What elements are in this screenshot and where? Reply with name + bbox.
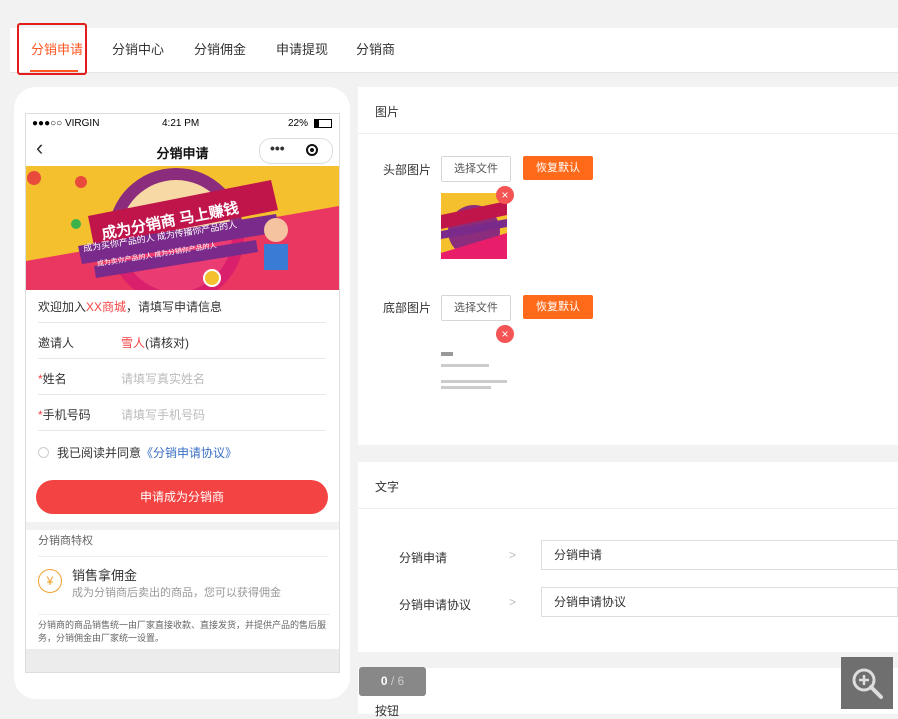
more-icon[interactable]: ••• [270,140,285,156]
tab-bar: 分销申请 分销中心 分销佣金 申请提现 分销商 [10,28,898,73]
welcome-text: 欢迎加入XX商城，请填写申请信息 [38,298,222,315]
screen-footer [26,649,339,672]
agree-text: 我已阅读并同意 [57,446,142,460]
zoom-in-button[interactable] [841,657,893,709]
footer-image-label: 底部图片 [383,301,432,315]
status-bar: ●●●○○ VIRGIN 4:21 PM 22% [26,114,339,134]
thumb-line [441,352,453,356]
apply-text-input[interactable]: 分销申请 [541,540,898,570]
battery-icon [314,119,332,128]
privilege-note: 分销商的商品销售统一由厂家直接收款、直接发货，并提供产品的售后服务，分销佣金由厂… [38,614,330,645]
panel-divider [358,508,898,509]
thumb-line [441,380,507,383]
tab-distribution-commission[interactable]: 分销佣金 [194,28,246,72]
tab-apply-withdraw[interactable]: 申请提现 [276,28,328,72]
agree-checkbox[interactable] [38,447,49,458]
divider [38,430,326,431]
name-row[interactable]: *姓名 请填写真实姓名 [38,358,326,395]
yen-icon: ¥ [38,569,62,593]
button-panel [358,668,898,714]
image-pager: 0 / 6 [359,667,426,696]
image-panel-title: 图片 [375,105,400,119]
text-panel-title: 文字 [375,480,400,494]
header-image-thumbnail [441,193,507,259]
pager-current: 0 [380,674,388,688]
privilege-item-title: 销售拿佣金 [72,568,138,583]
close-target-icon[interactable] [306,144,318,156]
inviter-name: 雪人 [121,336,146,350]
agreement-text-input[interactable]: 分销申请协议 [541,587,898,617]
agreement-link[interactable]: 《分销申请协议》 [141,446,237,460]
header-thumb-art [441,201,507,259]
chevron-right-icon: > [509,595,517,609]
status-time: 4:21 PM [162,118,200,129]
header-image-delete-icon[interactable]: × [496,186,514,204]
phone-label-text: 手机号码 [42,408,91,422]
capsule-menu[interactable]: ••• [259,138,333,164]
welcome-suffix: ，请填写申请信息 [126,300,223,314]
tab-distributors[interactable]: 分销商 [356,28,395,72]
inviter-value: 雪人(请核对) [121,334,189,351]
agreement-row[interactable]: 我已阅读并同意《分销申请协议》 [38,444,237,461]
mini-nav-bar: ‹ 分销申请 ••• [26,134,339,166]
header-image-label: 头部图片 [383,163,432,177]
tab-distribution-center[interactable]: 分销中心 [112,28,164,72]
phone-input[interactable]: 请填写手机号码 [121,406,205,423]
privilege-title: 分销商特权 [38,535,93,547]
shop-name: XX商城 [86,300,127,314]
inviter-note: (请核对) [145,336,190,350]
zoom-in-icon [852,668,883,699]
welcome-prefix: 欢迎加入 [38,300,87,314]
agreement-text-label: 分销申请协议 [399,598,472,612]
button-panel-title: 按钮 [375,704,400,718]
image-panel [358,87,898,445]
carrier-label: ●●●○○ VIRGIN [32,118,100,129]
inviter-label: 邀请人 [38,336,75,350]
phone-label: *手机号码 [38,406,91,423]
phone-row[interactable]: *手机号码 请填写手机号码 [38,394,326,431]
phone-screen: ●●●○○ VIRGIN 4:21 PM 22% ‹ 分销申请 ••• 成为分销… [25,113,340,673]
header-choose-file-button[interactable]: 选择文件 [441,156,511,182]
thumb-line [441,364,489,367]
privilege-item-desc: 成为分销商后卖出的商品，您可以获得佣金 [72,587,281,599]
name-label-text: 姓名 [42,372,67,386]
battery-percent: 22% [288,118,309,129]
chevron-right-icon: > [509,548,517,562]
privilege-item: ¥ 销售拿佣金 成为分销商后卖出的商品，您可以获得佣金 [38,556,328,605]
footer-image-thumbnail [441,340,507,394]
thumb-line [441,386,491,389]
header-banner-image: 成为分销商 马上赚钱 成为买你产品的人 成为传播你产品的人 成为卖你产品的人 成… [26,166,339,290]
footer-reset-default-button[interactable]: 恢复默认 [523,295,593,319]
panel-divider [358,133,898,134]
inviter-row: 邀请人 雪人(请核对) [38,322,326,359]
tab-highlight-box [17,23,87,75]
apply-submit-button[interactable]: 申请成为分销商 [36,480,328,514]
header-reset-default-button[interactable]: 恢复默认 [523,156,593,180]
pager-total: / 6 [390,674,405,688]
name-label: *姓名 [38,370,67,387]
name-input[interactable]: 请填写真实姓名 [121,370,205,387]
top-strip [0,0,898,10]
apply-text-label: 分销申请 [399,551,448,565]
footer-choose-file-button[interactable]: 选择文件 [441,295,511,321]
footer-image-delete-icon[interactable]: × [496,325,514,343]
